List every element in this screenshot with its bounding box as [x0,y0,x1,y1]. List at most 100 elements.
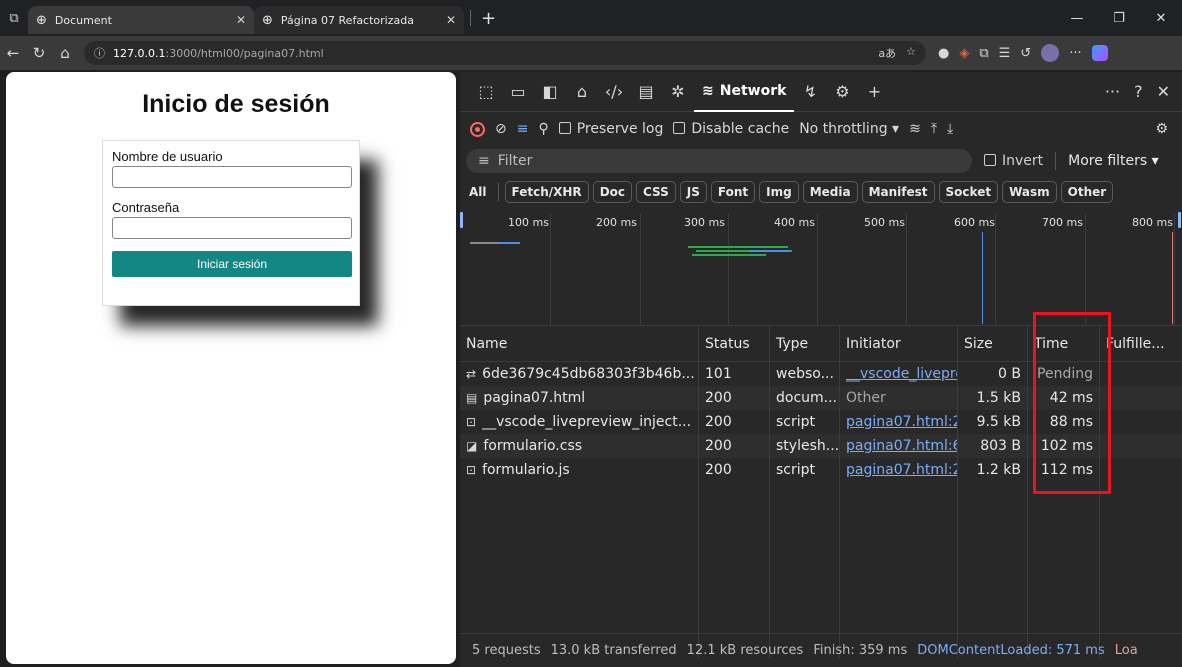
initiator-link[interactable]: __vscode_livepre [846,366,957,382]
performance-icon[interactable]: ↯ [794,82,826,101]
type-wasm[interactable]: Wasm [1002,181,1057,203]
search-icon[interactable]: ⚲ [538,121,548,137]
type-css[interactable]: CSS [636,181,676,203]
url-host: 127.0.0.1 [113,46,166,60]
initiator-link[interactable]: pagina07.html:6... [846,438,957,454]
type-js[interactable]: JS [679,181,707,203]
device-emulation-icon[interactable]: ▭ [502,82,534,101]
type-manifest[interactable]: Manifest [861,181,935,203]
tab-document[interactable]: ⊕ Document ✕ [28,6,254,34]
col-time[interactable]: Time [1028,326,1100,361]
cell-name: ◪ formulario.css [460,434,699,458]
preserve-log-checkbox[interactable]: Preserve log [558,121,663,137]
import-har-icon[interactable]: ⤒ [931,121,937,137]
profile-avatar[interactable] [1041,44,1060,62]
more-filters-button[interactable]: More filters ▾ [1068,153,1159,169]
inspect-element-icon[interactable]: ⬚ [470,82,502,101]
password-input[interactable] [112,217,352,239]
col-name[interactable]: Name [460,326,699,361]
record-icon[interactable] [470,121,485,137]
cell-initiator: pagina07.html:2... [840,410,958,434]
type-all[interactable]: All [464,181,492,203]
extensions-icon[interactable]: ⧉ [979,46,988,61]
empty-col [699,482,770,658]
type-doc[interactable]: Doc [592,181,633,203]
grid-line [817,214,818,326]
copilot-icon[interactable] [1091,45,1108,61]
site-info-icon[interactable]: ⓘ [94,45,105,61]
username-input[interactable] [112,166,352,188]
tab-strip: ⧉ ⊕ Document ✕ ⊕ Página 07 Refactorizada… [0,0,1182,36]
more-tools-icon[interactable]: ··· [1105,82,1120,101]
close-window-icon[interactable]: ✕ [1140,11,1182,26]
restore-icon[interactable]: ❐ [1098,11,1140,26]
grid-line [728,214,729,326]
tab-pagina07[interactable]: ⊕ Página 07 Refactorizada ✕ [254,6,464,34]
console-icon[interactable]: ▤ [630,82,662,101]
requests-table-body: ⇄ 6de3679c45db68303f3b46b... 101 webso...… [460,362,1182,658]
empty-col [770,482,840,658]
network-settings-icon[interactable]: ⚙ [1155,121,1168,137]
minimize-icon[interactable]: — [1056,11,1098,26]
home-icon[interactable]: ⌂ [52,44,78,62]
cell-size: 9.5 kB [958,410,1028,434]
url-field[interactable]: ⓘ 127.0.0.1 :3000/html00/pagina07.html a… [84,41,926,65]
tab-network[interactable]: ≋ Network [694,72,795,112]
network-overview-timeline[interactable]: 100 ms 200 ms 300 ms 400 ms 500 ms 600 m… [460,208,1182,326]
extension-icon[interactable]: ● [938,46,949,61]
sources-bug-icon[interactable]: ✲ [662,82,694,101]
favorites-icon[interactable]: ☰ [999,46,1011,61]
disable-cache-checkbox[interactable]: Disable cache [673,121,789,137]
col-size[interactable]: Size [958,326,1028,361]
transferred-size: 13.0 kB transferred [550,643,677,658]
refresh-icon[interactable]: ↻ [26,44,52,62]
globe-icon: ⊕ [262,12,273,28]
help-icon[interactable]: ? [1134,82,1143,101]
close-tab-icon[interactable]: ✕ [446,13,456,27]
login-button[interactable]: Iniciar sesión [112,251,352,277]
read-aloud-icon[interactable]: aあ [878,45,896,61]
favorite-star-icon[interactable]: ☆ [906,45,916,61]
back-icon[interactable]: ← [0,44,26,62]
elements-icon[interactable]: ‹/› [598,82,630,101]
dock-icon[interactable]: ◧ [534,82,566,101]
col-status[interactable]: Status [699,326,770,361]
extension-red-icon[interactable]: ◈ [959,46,969,61]
network-conditions-icon[interactable]: ≋ [909,121,921,137]
type-other[interactable]: Other [1060,181,1114,203]
type-media[interactable]: Media [802,181,858,203]
table-row[interactable]: ⊡ __vscode_livepreview_inject... 200 scri… [460,410,1182,434]
col-type[interactable]: Type [770,326,840,361]
history-icon[interactable]: ↺ [1020,46,1031,61]
type-img[interactable]: Img [759,181,799,203]
cell-fulfilled [1100,434,1182,458]
timeline-right-handle[interactable] [1178,212,1181,228]
add-tool-icon[interactable]: + [858,82,890,101]
settings-gear-icon[interactable]: ⚙ [826,82,858,101]
filter-toggle-icon[interactable]: ≡ [517,121,529,137]
table-row[interactable]: ⊡ formulario.js 200 script pagina07.html:… [460,458,1182,482]
welcome-home-icon[interactable]: ⌂ [566,82,598,101]
table-row[interactable]: ⇄ 6de3679c45db68303f3b46b... 101 webso...… [460,362,1182,386]
filter-input[interactable]: ≡ Filter [466,149,972,173]
close-tab-icon[interactable]: ✕ [236,13,246,27]
type-fetch-xhr[interactable]: Fetch/XHR [504,181,589,203]
initiator-link[interactable]: pagina07.html:29 [846,462,957,478]
tab-actions-icon[interactable]: ⧉ [0,11,28,26]
type-font[interactable]: Font [710,181,756,203]
type-socket[interactable]: Socket [938,181,999,203]
table-row[interactable]: ◪ formulario.css 200 stylesh... pagina07.… [460,434,1182,458]
col-initiator[interactable]: Initiator [840,326,958,361]
export-har-icon[interactable]: ⤓ [947,121,953,137]
table-row[interactable]: ▤ pagina07.html 200 docum... Other 1.5 kB… [460,386,1182,410]
initiator-link[interactable]: pagina07.html:2... [846,414,957,430]
col-fulfilled-by[interactable]: Fulfille... [1100,326,1182,361]
invert-checkbox[interactable]: Invert [984,153,1043,169]
toolbar-icons: ● ◈ ⧉ ☰ ↺ ··· [938,44,1108,62]
throttling-select[interactable]: No throttling ▾ [799,121,899,137]
new-tab-icon[interactable]: + [481,8,496,29]
more-menu-icon[interactable]: ··· [1069,46,1081,61]
clear-icon[interactable]: ⊘ [495,121,507,137]
close-devtools-icon[interactable]: ✕ [1157,82,1170,101]
timeline-left-handle[interactable] [460,212,463,228]
